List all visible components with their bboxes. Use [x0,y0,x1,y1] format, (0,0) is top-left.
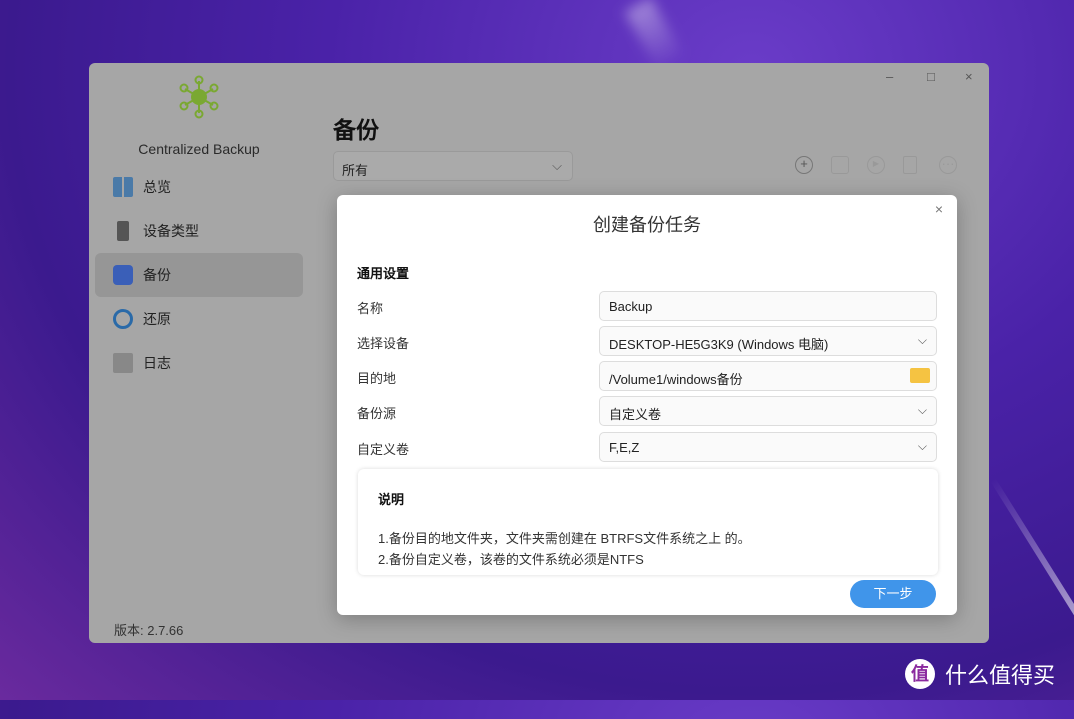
close-button[interactable]: × [965,69,973,84]
chevron-down-icon: ⌵ [917,333,927,347]
watermark-text: 什么值得买 [945,663,1056,688]
sidebar-item-overview[interactable]: 总览 [95,165,303,209]
sidebar-item-label: 还原 [143,311,171,327]
note-box: 说明 1.备份目的地文件夹，文件夹需创建在 BTRFS文件系统之上 的。 2.备… [358,469,938,575]
sidebar-item-label: 设备类型 [143,223,199,239]
app-name: Centralized Backup [138,141,260,157]
name-input[interactable]: Backup [599,291,937,321]
edit-icon[interactable] [831,156,849,174]
name-value: Backup [609,299,653,314]
sidebar-item-label: 备份 [143,267,171,283]
custom-volume-value: F,E,Z [609,440,640,455]
device-value: DESKTOP-HE5G3K9 (Windows 电脑) [609,337,829,352]
maximize-button[interactable]: □ [927,69,935,84]
log-icon [113,353,133,373]
add-icon[interactable]: + [795,156,813,174]
restore-icon [113,309,133,329]
source-value: 自定义卷 [609,407,662,422]
custom-volume-select[interactable]: F,E,Z ⌵ [599,432,937,462]
sidebar-item-restore[interactable]: 还原 [95,297,303,341]
section-title: 通用设置 [357,266,410,281]
page-title: 备份 [333,117,379,143]
custom-volume-label: 自定义卷 [357,442,410,457]
source-select[interactable]: 自定义卷 ⌵ [599,396,937,426]
app-logo-icon [179,75,219,119]
filter-value: 所有 [342,163,369,178]
backup-icon [113,265,133,285]
next-button[interactable]: 下一步 [850,580,936,608]
filter-select[interactable]: 所有 ⌵ [333,151,573,181]
destination-label: 目的地 [357,371,397,386]
note-line: 2.备份自定义卷，该卷的文件系统必须是NTFS [378,552,644,567]
dialog-title: 创建备份任务 [593,215,701,235]
sky-light [624,0,686,73]
destination-input[interactable]: /Volume1/windows备份 [599,361,937,391]
grid-icon [113,177,133,197]
more-icon[interactable]: ··· [939,156,957,174]
folder-icon[interactable] [910,368,930,383]
chevron-down-icon: ⌵ [917,439,927,453]
watermark-badge: 值 [905,659,935,689]
destination-value: /Volume1/windows备份 [609,372,743,387]
device-label: 选择设备 [357,336,410,351]
sidebar-item-label: 总览 [143,179,171,195]
dialog-close-icon[interactable]: × [935,201,943,217]
sidebar-item-device-types[interactable]: 设备类型 [95,209,303,253]
version-label: 版本: 2.7.66 [114,623,184,638]
server-icon [117,221,129,241]
device-select[interactable]: DESKTOP-HE5G3K9 (Windows 电脑) ⌵ [599,326,937,356]
sidebar-item-backup[interactable]: 备份 [95,253,303,297]
source-label: 备份源 [357,406,397,421]
create-backup-dialog: 创建备份任务 × 通用设置 名称 Backup 选择设备 DESKTOP-HE5… [337,195,957,615]
name-label: 名称 [357,301,384,316]
note-line: 1.备份目的地文件夹，文件夹需创建在 BTRFS文件系统之上 的。 [378,531,751,546]
watermark: 值 什么值得买 [905,658,1055,690]
sidebar-item-label: 日志 [143,355,171,371]
trash-icon[interactable] [903,156,917,174]
chevron-down-icon: ⌵ [552,158,562,173]
chevron-down-icon: ⌵ [917,403,927,417]
sidebar-item-log[interactable]: 日志 [95,341,303,385]
play-icon[interactable]: ▶ [867,156,885,174]
note-title: 说明 [378,492,405,507]
minimize-button[interactable]: – [886,69,893,84]
